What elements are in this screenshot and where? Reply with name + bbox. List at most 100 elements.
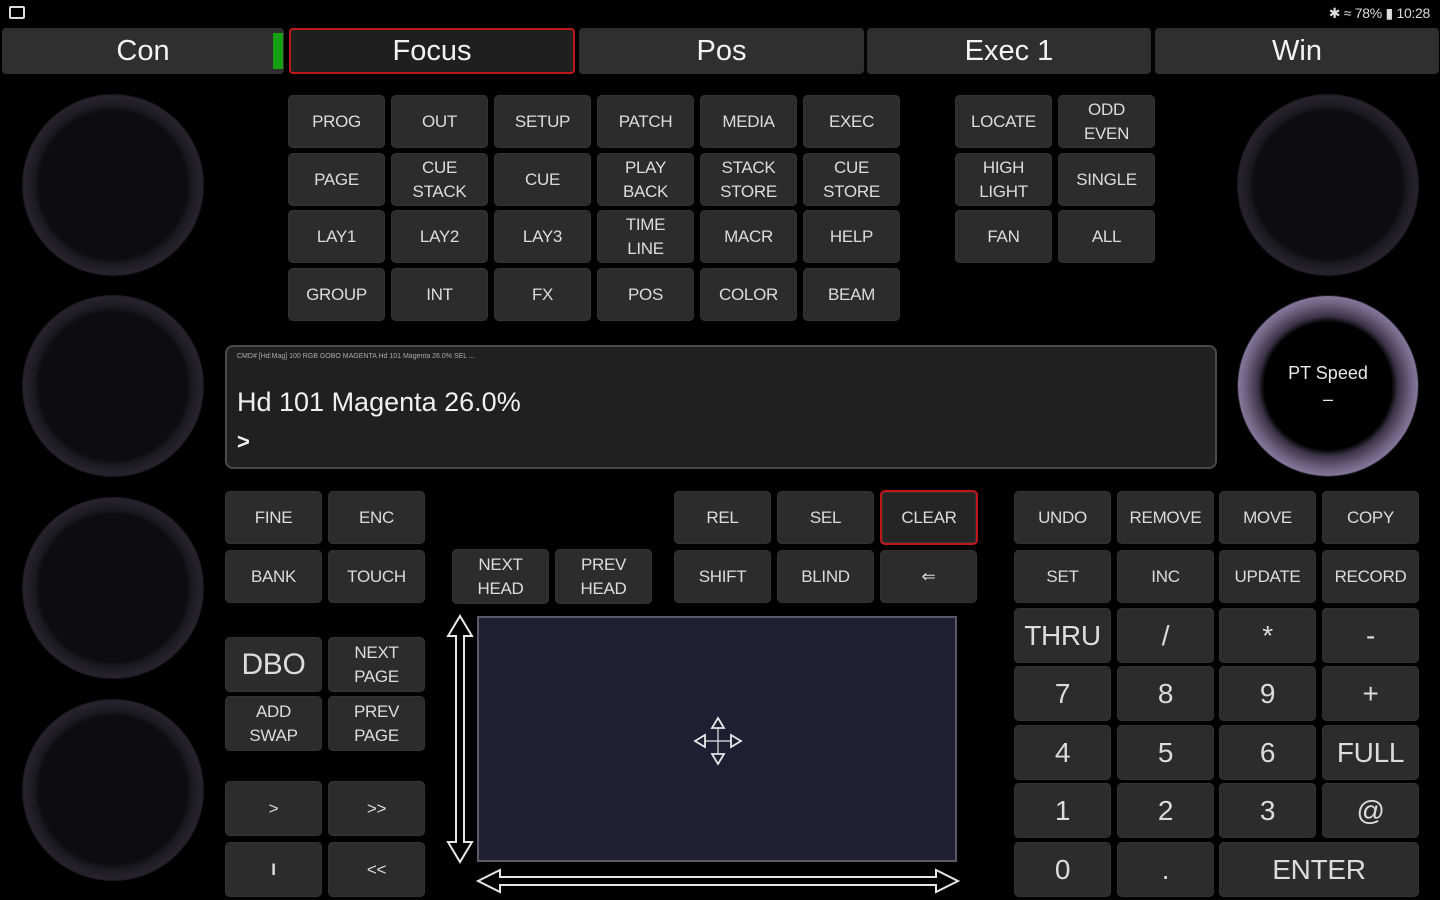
key-3[interactable]: 3 xyxy=(1219,783,1316,838)
int-button[interactable]: INT xyxy=(391,268,488,321)
remove-button[interactable]: REMOVE xyxy=(1117,491,1214,544)
stack-store-button[interactable]: STACK STORE xyxy=(700,153,797,206)
cue-stack-button[interactable]: CUE STACK xyxy=(391,153,488,206)
fast-forward-button[interactable]: >> xyxy=(328,781,425,836)
rewind-button[interactable]: << xyxy=(328,842,425,897)
enter-button[interactable]: ENTER xyxy=(1219,842,1419,897)
encoder-wheel-1[interactable] xyxy=(23,95,203,275)
prev-page-button[interactable]: PREV PAGE xyxy=(328,696,425,751)
exec-button[interactable]: EXEC xyxy=(803,95,900,148)
backspace-button[interactable]: ⇐ xyxy=(880,550,977,603)
fine-button[interactable]: FINE xyxy=(225,491,322,544)
key-1[interactable]: 1 xyxy=(1014,783,1111,838)
rel-button[interactable]: REL xyxy=(674,491,771,544)
move-button[interactable]: MOVE xyxy=(1219,491,1316,544)
lay3-button[interactable]: LAY3 xyxy=(494,210,591,263)
encoder-wheel-5[interactable] xyxy=(1238,95,1418,275)
beam-button[interactable]: BEAM xyxy=(803,268,900,321)
set-button[interactable]: SET xyxy=(1014,550,1111,603)
encoder-wheel-4[interactable] xyxy=(23,700,203,880)
time-line-button[interactable]: TIME LINE xyxy=(597,210,694,263)
play-back-button[interactable]: PLAY BACK xyxy=(597,153,694,206)
command-prompt: > xyxy=(237,429,250,454)
color-button[interactable]: COLOR xyxy=(700,268,797,321)
key-minus[interactable]: - xyxy=(1322,608,1419,663)
key-thru[interactable]: THRU xyxy=(1014,608,1111,663)
blind-button[interactable]: BLIND xyxy=(777,550,874,603)
cue-store-button[interactable]: CUE STORE xyxy=(803,153,900,206)
status-indicators: ✱ ≈ 78% ▮ 10:28 xyxy=(1328,5,1431,21)
locate-button[interactable]: LOCATE xyxy=(955,95,1052,148)
high-light-button[interactable]: HIGH LIGHT xyxy=(955,153,1052,206)
key-star[interactable]: * xyxy=(1219,608,1316,663)
page-button[interactable]: PAGE xyxy=(288,153,385,206)
lay2-button[interactable]: LAY2 xyxy=(391,210,488,263)
bank-button[interactable]: BANK xyxy=(225,550,322,603)
pause-button[interactable]: I xyxy=(225,842,322,897)
group-button[interactable]: GROUP xyxy=(288,268,385,321)
tab-pos[interactable]: Pos xyxy=(579,28,864,74)
key-9[interactable]: 9 xyxy=(1219,666,1316,721)
pt-speed-encoder[interactable]: PT Speed – xyxy=(1238,296,1418,476)
pt-speed-value: – xyxy=(1322,389,1333,409)
go-button[interactable]: > xyxy=(225,781,322,836)
key-8[interactable]: 8 xyxy=(1117,666,1214,721)
shift-button[interactable]: SHIFT xyxy=(674,550,771,603)
patch-button[interactable]: PATCH xyxy=(597,95,694,148)
next-page-button[interactable]: NEXT PAGE xyxy=(328,637,425,692)
status-bar: ✱ ≈ 78% ▮ 10:28 xyxy=(0,0,1440,26)
tab-exec-1[interactable]: Exec 1 xyxy=(867,28,1151,74)
all-button[interactable]: ALL xyxy=(1058,210,1155,263)
key-5[interactable]: 5 xyxy=(1117,725,1214,780)
key-2[interactable]: 2 xyxy=(1117,783,1214,838)
tab-win[interactable]: Win xyxy=(1155,28,1439,74)
tab-focus[interactable]: Focus xyxy=(289,28,575,74)
key-0[interactable]: 0 xyxy=(1014,842,1111,897)
key-7[interactable]: 7 xyxy=(1014,666,1111,721)
encoder-wheel-2[interactable] xyxy=(23,296,203,476)
sel-button[interactable]: SEL xyxy=(777,491,874,544)
single-button[interactable]: SINGLE xyxy=(1058,153,1155,206)
key-slash[interactable]: / xyxy=(1117,608,1214,663)
inc-button[interactable]: INC xyxy=(1117,550,1214,603)
key-4[interactable]: 4 xyxy=(1014,725,1111,780)
undo-button[interactable]: UNDO xyxy=(1014,491,1111,544)
gallery-icon xyxy=(9,6,25,19)
tilt-arrow-icon[interactable] xyxy=(444,612,476,866)
pt-speed-readout: PT Speed – xyxy=(1288,360,1368,412)
setup-button[interactable]: SETUP xyxy=(494,95,591,148)
prev-head-button[interactable]: PREV HEAD xyxy=(555,549,652,604)
key-full[interactable]: FULL xyxy=(1322,725,1419,780)
add-swap-button[interactable]: ADD SWAP xyxy=(225,696,322,751)
help-button[interactable]: HELP xyxy=(803,210,900,263)
tab-con[interactable]: Con xyxy=(2,28,284,74)
clear-button[interactable]: CLEAR xyxy=(880,490,978,545)
lay1-button[interactable]: LAY1 xyxy=(288,210,385,263)
media-button[interactable]: MEDIA xyxy=(700,95,797,148)
record-button[interactable]: RECORD xyxy=(1322,550,1419,603)
enc-button[interactable]: ENC xyxy=(328,491,425,544)
active-indicator xyxy=(273,33,283,69)
next-head-button[interactable]: NEXT HEAD xyxy=(452,549,549,604)
key-plus[interactable]: + xyxy=(1322,666,1419,721)
pan-arrow-icon[interactable] xyxy=(474,866,962,896)
dbo-button[interactable]: DBO xyxy=(225,637,322,692)
odd-even-button[interactable]: ODD EVEN xyxy=(1058,95,1155,148)
command-line-display[interactable]: CMD# [Hd:Mag] 100 RGB GOBO MAGENTA Hd 10… xyxy=(225,345,1217,469)
key-dot[interactable]: . xyxy=(1117,842,1214,897)
touch-button[interactable]: TOUCH xyxy=(328,550,425,603)
pos-button[interactable]: POS xyxy=(597,268,694,321)
out-button[interactable]: OUT xyxy=(391,95,488,148)
macr-button[interactable]: MACR xyxy=(700,210,797,263)
prog-button[interactable]: PROG xyxy=(288,95,385,148)
key-at[interactable]: @ xyxy=(1322,783,1419,838)
fan-button[interactable]: FAN xyxy=(955,210,1052,263)
fx-button[interactable]: FX xyxy=(494,268,591,321)
pan-tilt-trackpad[interactable] xyxy=(477,616,957,862)
key-6[interactable]: 6 xyxy=(1219,725,1316,780)
encoder-wheel-3[interactable] xyxy=(23,498,203,678)
update-button[interactable]: UPDATE xyxy=(1219,550,1316,603)
command-history: CMD# [Hd:Mag] 100 RGB GOBO MAGENTA Hd 10… xyxy=(237,353,475,360)
copy-button[interactable]: COPY xyxy=(1322,491,1419,544)
cue-button[interactable]: CUE xyxy=(494,153,591,206)
